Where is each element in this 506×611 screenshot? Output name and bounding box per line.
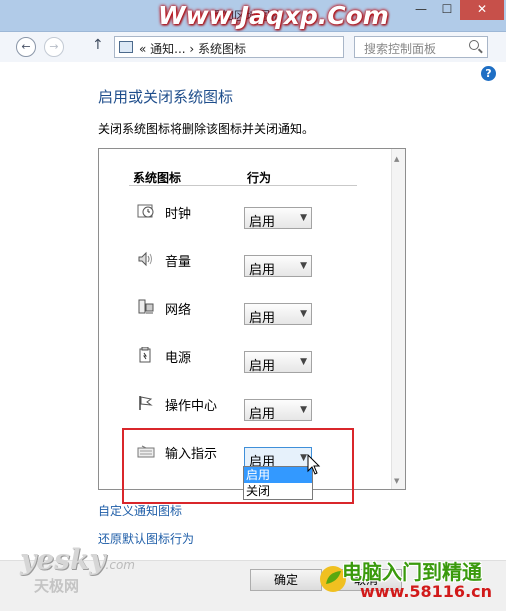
select-value: 启用 [249, 407, 276, 422]
brand-title: 电脑入门到精通 [342, 560, 482, 584]
search-icon[interactable] [469, 40, 479, 50]
row-volume: 音量 启用 ▼ [99, 247, 389, 278]
yesky-subtitle: 天极网 [34, 577, 80, 595]
column-header-behavior: 行为 [247, 171, 272, 185]
flag-icon [139, 396, 153, 410]
yesky-logo: yesky.com 天极网 [20, 543, 135, 596]
select-value: 启用 [249, 215, 276, 230]
yesky-domain: .com [105, 558, 135, 572]
row-action-center: 操作中心 启用 ▼ [99, 391, 389, 422]
search-input[interactable]: 搜索控制面板 [354, 36, 488, 58]
forward-button[interactable]: → [44, 37, 64, 57]
address-bar[interactable]: « 通知... › 系统图标 ∨ ↻ [114, 36, 446, 58]
up-button[interactable]: ↑ [92, 37, 104, 53]
scrollbar[interactable]: ▲ ▼ [391, 149, 405, 489]
help-icon[interactable]: ? [481, 66, 496, 81]
row-network: 网络 启用 ▼ [99, 295, 389, 326]
behavior-select-clock[interactable]: 启用 ▼ [244, 207, 312, 230]
mouse-cursor-icon [307, 454, 321, 475]
maximize-button[interactable]: ☐ [434, 0, 460, 20]
yesky-word: yesky [20, 543, 106, 576]
ok-button[interactable]: 确定 [250, 569, 322, 591]
page-title: 启用或关闭系统图标 [98, 88, 234, 106]
behavior-select-network[interactable]: 启用 ▼ [244, 303, 312, 326]
select-value: 启用 [249, 311, 276, 326]
back-button[interactable]: ← [16, 37, 36, 57]
column-header-icon: 系统图标 [133, 171, 182, 185]
search-placeholder: 搜索控制面板 [364, 42, 437, 56]
customize-notification-icons-link[interactable]: 自定义通知图标 [98, 502, 182, 519]
watermark-text: Www.Jaqxp.Com [158, 1, 389, 30]
select-value: 启用 [249, 359, 276, 374]
title-bar: 通知区域图标 Www.Jaqxp.Com — ☐ ✕ [0, 0, 506, 32]
navigation-bar: ← → ↑ « 通知... › 系统图标 ∨ ↻ 搜索控制面板 [0, 32, 506, 62]
brand-url: www.58116.cn [360, 582, 493, 601]
behavior-select-power[interactable]: 启用 ▼ [244, 351, 312, 374]
chevron-down-icon: ▼ [300, 213, 307, 223]
power-icon [139, 347, 151, 363]
chevron-down-icon: ▼ [300, 261, 307, 271]
row-label: 网络 [165, 303, 192, 318]
row-clock: 时钟 启用 ▼ [99, 199, 389, 230]
network-icon [138, 299, 154, 314]
row-label: 时钟 [165, 207, 192, 222]
row-label: 音量 [165, 255, 192, 270]
select-value: 启用 [249, 263, 276, 278]
behavior-select-action-center[interactable]: 启用 ▼ [244, 399, 312, 422]
chevron-down-icon: ▼ [300, 405, 307, 415]
scroll-up-icon[interactable]: ▲ [394, 155, 399, 163]
breadcrumb[interactable]: « 通知... › 系统图标 [139, 40, 246, 57]
row-power: 电源 启用 ▼ [99, 343, 389, 374]
clock-icon [137, 204, 154, 218]
scroll-down-icon[interactable]: ▼ [394, 477, 399, 485]
header-divider [129, 185, 357, 186]
row-label: 电源 [165, 351, 192, 366]
behavior-select-volume[interactable]: 启用 ▼ [244, 255, 312, 278]
minimize-button[interactable]: — [408, 0, 434, 20]
control-panel-icon [119, 41, 133, 53]
row-label: 操作中心 [165, 399, 218, 414]
speaker-icon [138, 251, 152, 267]
chevron-down-icon: ▼ [300, 357, 307, 367]
page-description: 关闭系统图标将删除该图标并关闭通知。 [98, 122, 315, 136]
close-button[interactable]: ✕ [460, 0, 504, 20]
chevron-down-icon: ▼ [300, 309, 307, 319]
